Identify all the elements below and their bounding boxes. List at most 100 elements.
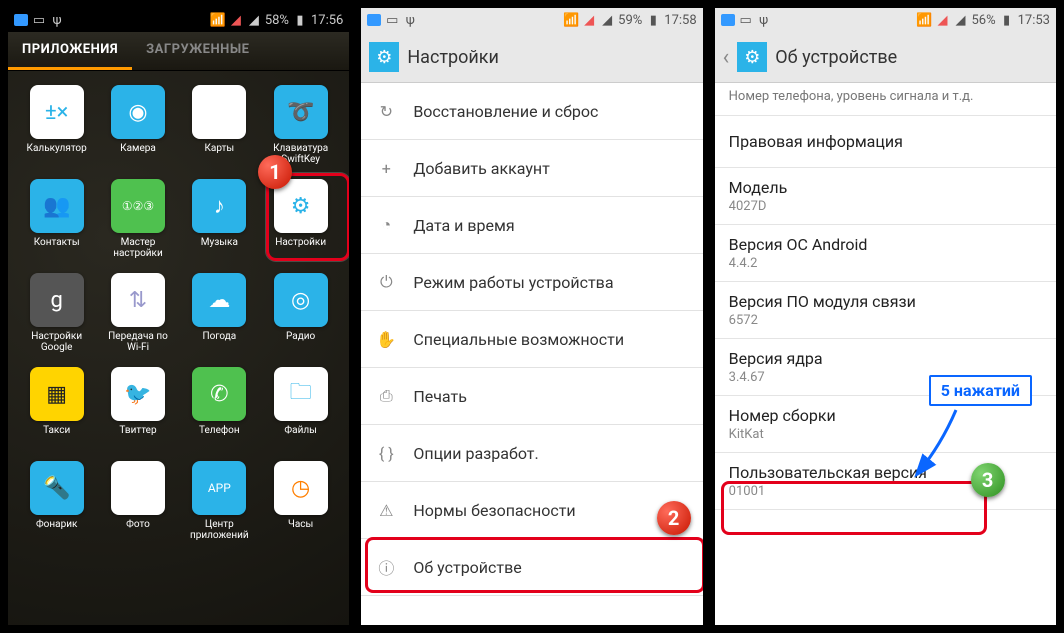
setting-row[interactable]: + Добавить аккаунт [361, 140, 702, 197]
app-calc[interactable]: ±× Калькулятор [18, 85, 95, 173]
torch-icon: 🔦 [30, 461, 84, 515]
app-label: Такси [43, 425, 70, 436]
setting-row[interactable]: { } Опции разработ. [361, 425, 702, 482]
app-camera[interactable]: ◉ Камера [99, 85, 176, 173]
battery-percent: 59% [618, 13, 642, 28]
camera-icon: ◉ [111, 85, 165, 139]
app-label: Погода [202, 331, 236, 342]
app-photos[interactable]: ✦ Фото [99, 461, 176, 549]
clock-text: 17:53 [1018, 13, 1050, 28]
settings-list: ↻ Восстановление и сброс+ Добавить аккау… [361, 83, 702, 625]
app-label: Калькулятор [27, 143, 87, 154]
setting-row[interactable]: ↻ Восстановление и сброс [361, 83, 702, 140]
usb-icon: ψ [50, 13, 64, 27]
app-torch[interactable]: 🔦 Фонарик [18, 461, 95, 549]
app-contacts[interactable]: 👥 Контакты [18, 179, 95, 267]
app-wizard[interactable]: ①②③ Мастер настройки [99, 179, 176, 267]
gear-icon: ⚙ [737, 42, 767, 72]
badge-step-3: 3 [971, 463, 1005, 497]
screenshot-icon: ▭ [739, 13, 753, 27]
signal1-icon: ◢ [935, 13, 949, 27]
row-label: Об устройстве [413, 558, 521, 577]
arrow-annotation [906, 405, 966, 485]
signal1-icon: ◢ [229, 13, 243, 27]
signal2-icon: ◢ [953, 13, 967, 27]
gsettings-icon: g [30, 273, 84, 327]
page-title: Об устройстве [775, 47, 897, 68]
app-gsettings[interactable]: g Настройки Google [18, 273, 95, 361]
swiftkey-icon: ➰ [274, 85, 328, 139]
row-label: Дата и время [413, 216, 514, 235]
files-icon: 🗀 [274, 367, 328, 421]
about-item[interactable]: Правовая информация [715, 116, 1056, 168]
app-settings[interactable]: ⚙ Настройки [262, 179, 339, 267]
app-phone[interactable]: ✆ Телефон [181, 367, 258, 455]
annotation-5-taps: 5 нажатий [929, 375, 1032, 406]
tab-downloaded[interactable]: ЗАГРУЖЕННЫЕ [132, 32, 263, 70]
music-icon: ♪ [192, 179, 246, 233]
status-bar: ▭ ψ 📶 ◢ ◢ 59% ▮ 17:58 [361, 8, 702, 32]
app-label: Центр приложений [184, 519, 254, 541]
gear-icon: ⚙ [369, 42, 399, 72]
app-files[interactable]: 🗀 Файлы [262, 367, 339, 455]
setting-row[interactable]: ⓘ Об устройстве [361, 539, 702, 596]
app-appcenter[interactable]: APP Центр приложений [181, 461, 258, 549]
setting-row[interactable]: ⏻ Режим работы устройства [361, 254, 702, 311]
row-icon: ⏻ [375, 271, 397, 293]
wifi-icon: 📶 [917, 13, 931, 27]
usb-icon: ψ [403, 13, 417, 27]
app-label: Фото [126, 519, 150, 530]
row-icon: ✋ [375, 328, 397, 350]
notification-icon [721, 14, 735, 26]
setting-row[interactable]: ◔ Дата и время [361, 197, 702, 254]
badge-step-2: 2 [657, 501, 691, 535]
app-label: Радио [286, 331, 315, 342]
signal2-icon: ◢ [247, 13, 261, 27]
app-taxi[interactable]: ▦ Такси [18, 367, 95, 455]
status-note: Номер телефона, уровень сигнала и т.д. [715, 83, 1056, 116]
signal1-icon: ◢ [582, 13, 596, 27]
app-music[interactable]: ♪ Музыка [181, 179, 258, 267]
radio-icon: ◎ [274, 273, 328, 327]
tab-apps[interactable]: ПРИЛОЖЕНИЯ [8, 32, 132, 70]
setting-row[interactable]: ⚠ Нормы безопасности [361, 482, 702, 539]
twitter-icon: 🐦 [111, 367, 165, 421]
about-title: Модель [729, 178, 1042, 197]
photos-icon: ✦ [111, 461, 165, 515]
app-wifitr[interactable]: ⇅ Передача по Wi-Fi [99, 273, 176, 361]
about-item[interactable]: Пользовательская версия01001 [715, 453, 1056, 510]
setting-row[interactable]: ✋ Специальные возможности [361, 311, 702, 368]
row-icon: ⚠ [375, 499, 397, 521]
about-value: 4027D [729, 199, 1042, 214]
row-icon: ⎙ [375, 385, 397, 407]
app-label: Контакты [34, 237, 80, 248]
app-label: Передача по Wi-Fi [103, 331, 173, 353]
app-radio[interactable]: ◎ Радио [262, 273, 339, 361]
app-clock[interactable]: ◷ Часы [262, 461, 339, 549]
about-title: Версия ПО модуля связи [729, 292, 1042, 311]
about-item[interactable]: Версия ОС Android4.4.2 [715, 225, 1056, 282]
app-label: Музыка [201, 237, 238, 248]
row-label: Специальные возможности [413, 330, 624, 349]
app-label: Мастер настройки [103, 237, 173, 259]
setting-row[interactable]: ⎙ Печать [361, 368, 702, 425]
screen-settings: ▭ ψ 📶 ◢ ◢ 59% ▮ 17:58 ⚙ Настройки ↻ Восс… [359, 6, 704, 627]
app-maps[interactable]: ▲ Карты [181, 85, 258, 173]
battery-icon: ▮ [1000, 13, 1014, 27]
app-weather[interactable]: ☁ Погода [181, 273, 258, 361]
row-icon: ↻ [375, 100, 397, 122]
status-bar: ▭ ψ 📶 ◢ ◢ 56% ▮ 17:53 [715, 8, 1056, 32]
battery-percent: 58% [265, 13, 289, 28]
app-label: Настройки [275, 237, 326, 248]
row-label: Добавить аккаунт [413, 159, 550, 178]
calc-icon: ±× [30, 85, 84, 139]
about-item[interactable]: Модель 4027D [715, 168, 1056, 225]
about-item[interactable]: Версия ПО модуля связи6572 [715, 282, 1056, 339]
back-icon[interactable]: ‹ [723, 45, 730, 70]
screen-about: ▭ ψ 📶 ◢ ◢ 56% ▮ 17:53 ‹ ⚙ Об устройстве … [713, 6, 1058, 627]
app-twitter[interactable]: 🐦 Твиттер [99, 367, 176, 455]
wifi-icon: 📶 [564, 13, 578, 27]
tab-bar: ПРИЛОЖЕНИЯ ЗАГРУЖЕННЫЕ [8, 32, 349, 71]
app-label: Настройки Google [22, 331, 92, 353]
clock-text: 17:56 [311, 13, 343, 28]
